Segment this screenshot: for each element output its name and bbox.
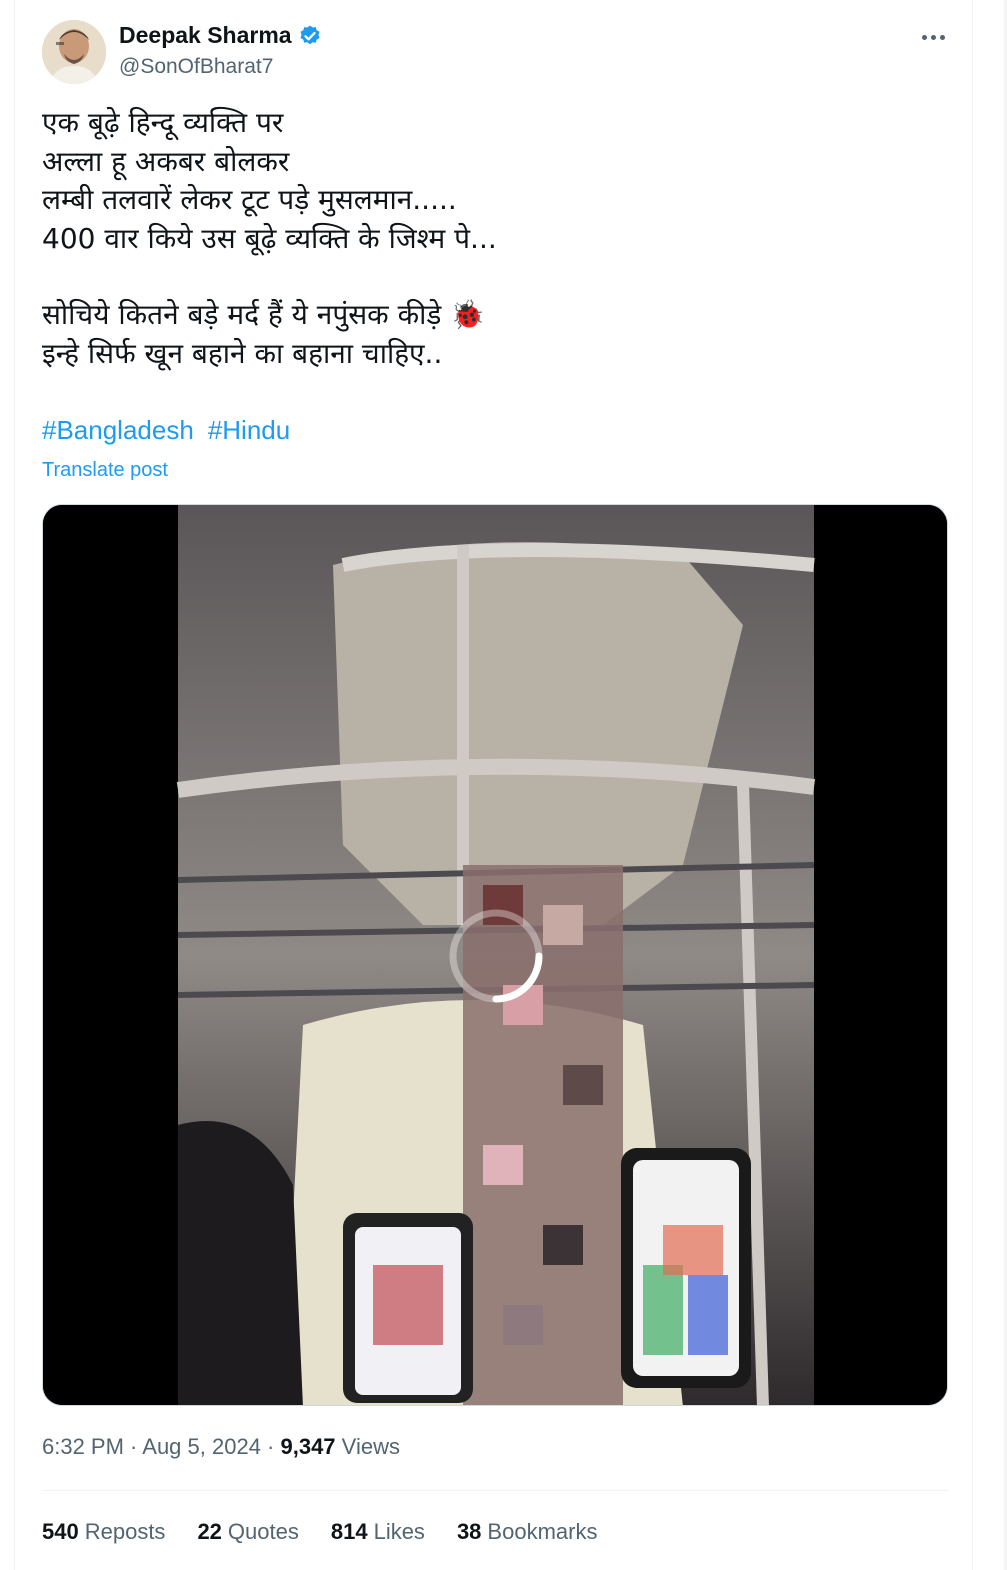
hashtag-link[interactable]: #Hindu	[208, 415, 290, 446]
post-text-line: एक बूढ़े हिन्दू व्यक्ति पर	[42, 106, 284, 139]
translate-post-link[interactable]: Translate post	[42, 459, 168, 482]
author-name[interactable]: Deepak Sharma	[119, 22, 292, 49]
post-text-line: लम्बी तलवारें लेकर टूट पड़े मुसलमान.....	[42, 183, 457, 216]
likes-stat[interactable]: 814 Likes	[331, 1519, 425, 1545]
engagement-stats: 540 Reposts 22 Quotes 814 Likes 38 Bookm…	[42, 1519, 597, 1545]
stat-label: Reposts	[84, 1519, 166, 1544]
video-frame	[43, 505, 947, 1405]
views-label: Views	[341, 1434, 400, 1459]
post-text-line: 400 वार किये उस बूढ़े व्यक्ति के जिश्म प…	[42, 221, 497, 255]
bookmarks-stat[interactable]: 38 Bookmarks	[457, 1519, 598, 1545]
hashtag-row: #Bangladesh #Hindu	[42, 415, 290, 446]
stat-label: Bookmarks	[487, 1519, 598, 1544]
views-count: 9,347	[280, 1434, 336, 1459]
divider	[42, 1490, 948, 1491]
post-text-line: सोचिये कितने बड़े मर्द हैं ये नपुंसक कीड…	[42, 298, 486, 331]
quotes-stat[interactable]: 22 Quotes	[197, 1519, 298, 1545]
more-horizontal-icon	[921, 34, 927, 40]
reposts-stat[interactable]: 540 Reposts	[42, 1519, 165, 1545]
post-text: एक बूढ़े हिन्दू व्यक्ति पर अल्ला हू अकबर…	[42, 104, 942, 373]
avatar[interactable]	[42, 20, 106, 84]
post-text-blank-line	[42, 258, 942, 296]
stat-count: 22	[197, 1519, 222, 1544]
avatar-image	[42, 20, 106, 84]
post-container: Deepak Sharma @SonOfBharat7 एक बूढ़े हिन…	[14, 0, 973, 1570]
author-handle[interactable]: @SonOfBharat7	[119, 55, 273, 79]
verified-badge-icon[interactable]	[298, 24, 322, 48]
video-player[interactable]	[42, 504, 948, 1406]
stat-count: 814	[330, 1519, 368, 1544]
page-edge	[973, 0, 1007, 1570]
stat-count: 540	[42, 1519, 79, 1544]
post-meta: 6:32 PM · Aug 5, 2024 · 9,347 Views	[42, 1434, 400, 1460]
stat-label: Quotes	[227, 1519, 299, 1544]
author-name-row[interactable]: Deepak Sharma	[119, 22, 322, 49]
stat-count: 38	[456, 1519, 482, 1544]
more-options-button[interactable]	[915, 24, 951, 50]
post-text-line: अल्ला हू अकबर बोलकर	[42, 144, 290, 178]
timestamp[interactable]: 6:32 PM · Aug 5, 2024 ·	[42, 1434, 280, 1459]
hashtag-link[interactable]: #Bangladesh	[42, 415, 194, 446]
post-text-line: इन्हे सिर्फ खून बहाने का बहाना चाहिए..	[42, 336, 443, 370]
stat-label: Likes	[373, 1519, 425, 1544]
